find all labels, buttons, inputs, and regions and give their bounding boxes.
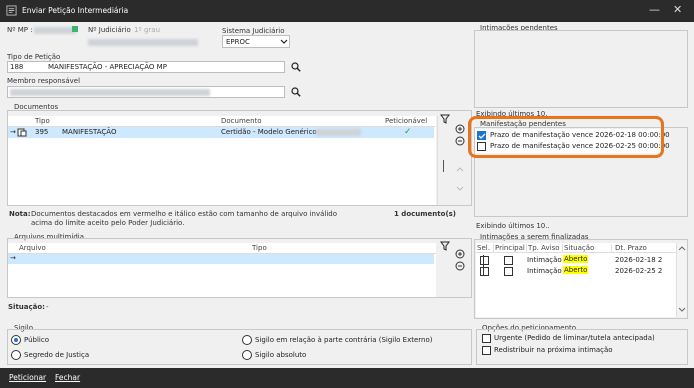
move-up-icon[interactable] [456, 166, 464, 172]
dt-prazo-value: 2026-02-25 2 [615, 267, 663, 275]
document-icon [17, 128, 27, 137]
table-row[interactable]: → 395 MANIFESTAÇÃO Certidão - Modelo Gen… [8, 127, 434, 138]
search-icon[interactable] [291, 62, 301, 72]
doc-documento: Certidão - Modelo Genérico [221, 128, 317, 136]
redistribuir-checkbox[interactable] [482, 346, 491, 355]
table-row[interactable]: Intimação Aberto 2026-02-25 2 [476, 266, 676, 276]
col-tipo: Tipo [35, 117, 50, 125]
col-arquivo: Arquivo [19, 244, 46, 252]
col-situacao: Situação [564, 244, 612, 252]
tp-aviso-value: Intimação [527, 267, 562, 275]
table-row[interactable]: Intimação Aberto 2026-02-18 2 [476, 255, 676, 265]
situacao-value: Aberto [563, 266, 589, 274]
tipo-label: Tipo de Petição [7, 53, 61, 61]
nota-label: Nota: [9, 210, 31, 218]
principal-checkbox[interactable] [504, 256, 513, 265]
add-icon[interactable] [455, 249, 465, 259]
finalizadas-scrollbar[interactable] [676, 243, 686, 317]
nota-text-1: Documentos destacados em vermelho e itál… [31, 210, 338, 218]
sigilo-group [7, 329, 472, 365]
col-peticionavel: Peticionável [385, 117, 428, 125]
remove-icon[interactable] [455, 136, 465, 146]
remove-icon[interactable] [455, 261, 465, 271]
arquivos-row[interactable]: → [8, 254, 434, 264]
membro-field[interactable] [7, 86, 285, 98]
urgente-label: Urgente (Pedido de liminar/tutela anteci… [494, 334, 655, 342]
row-cursor [483, 255, 484, 276]
chevron-down-icon [280, 39, 288, 44]
doc-code: 395 [35, 128, 49, 136]
membro-value [10, 89, 210, 96]
window-title: Enviar Petição Intermediária [22, 6, 129, 15]
finalizadas-header: Sel. Principal Tp. Aviso Situação Dt. Pr… [476, 243, 676, 253]
tipo-code: 188 [10, 63, 24, 71]
publico-label: Público [24, 336, 49, 344]
nmp-label: Nº MP : [7, 26, 33, 34]
peticionavel-check-icon: ✓ [404, 127, 412, 137]
situacao-label: Situação: [8, 303, 45, 311]
search-icon[interactable] [291, 87, 301, 97]
col-principal: Principal [495, 244, 527, 252]
sistema-label: Sistema Judiciário [222, 27, 285, 35]
sel-checkbox[interactable] [480, 256, 489, 265]
redistribuir-label: Redistribuir na próxima intimação [494, 346, 613, 354]
urgente-checkbox[interactable] [482, 334, 491, 343]
nota-text-2: acima do limite aceito pelo Poder Judici… [31, 219, 185, 227]
intimacoes-pendentes-box [474, 30, 688, 108]
radio-icon[interactable] [242, 335, 252, 345]
documentos-header: Tipo Documento Peticionável [8, 116, 436, 127]
nmp-value [34, 27, 76, 34]
close-button[interactable]: ✕ [673, 3, 682, 16]
footer-bar: Peticionar Fechar [0, 368, 694, 388]
sistema-value: EPROC [226, 38, 250, 46]
tipo-field[interactable]: 188 MANIFESTAÇÃO - APRECIAÇÃO MP [7, 61, 285, 73]
title-bar: Enviar Petição Intermediária — ✕ [0, 0, 694, 22]
parte-label: Sigilo em relação à parte contrária (Sig… [255, 336, 433, 344]
dt-prazo-value: 2026-02-18 2 [615, 256, 663, 264]
principal-checkbox[interactable] [504, 267, 513, 276]
filter-icon[interactable] [440, 114, 450, 124]
doc-tipo: MANIFESTAÇÃO [62, 128, 117, 136]
radio-icon[interactable] [242, 350, 252, 360]
situacao-value: Aberto [563, 255, 589, 263]
manifestacao-exibindo: Exibindo últimos 10.. [476, 222, 550, 230]
add-icon[interactable] [455, 124, 465, 134]
grau-label: 1º grau [134, 26, 161, 34]
col-dt-prazo: Dt. Prazo [615, 244, 647, 252]
absoluto-label: Sigilo absoluto [255, 351, 307, 359]
row-pointer-icon: → [10, 128, 16, 136]
documentos-scrollbar[interactable] [437, 116, 438, 205]
col-arquivo-tipo: Tipo [252, 244, 267, 252]
col-tp-aviso: Tp. Aviso [528, 244, 563, 252]
tp-aviso-value: Intimação [527, 256, 562, 264]
documentos-count: 1 documento(s) [394, 210, 457, 218]
situacao-value: - [46, 303, 49, 311]
highlight-annotation [468, 116, 664, 158]
scroll-down-icon[interactable] [678, 307, 686, 313]
membro-label: Membro responsável [7, 77, 81, 85]
peticionar-button[interactable]: Peticionar [9, 373, 46, 382]
segredo-label: Segredo de Justiça [24, 351, 90, 359]
njud-value [88, 39, 198, 46]
doc-blurred [316, 129, 361, 136]
col-sel: Sel. [477, 244, 494, 252]
sel-checkbox[interactable] [480, 267, 489, 276]
njud-label: Nº Judiciário [88, 26, 131, 34]
minimize-button[interactable]: — [649, 3, 660, 16]
scroll-thumb[interactable] [443, 160, 444, 172]
fechar-button[interactable]: Fechar [55, 373, 80, 382]
app-icon [6, 5, 17, 16]
radio-selected-icon[interactable] [11, 335, 21, 345]
col-documento: Documento [221, 117, 262, 125]
move-down-icon[interactable] [456, 186, 464, 192]
filter-icon[interactable] [440, 241, 450, 251]
status-icon [72, 26, 78, 32]
row-pointer-icon: → [10, 254, 16, 262]
radio-icon[interactable] [11, 350, 21, 360]
sistema-select[interactable]: EPROC [222, 35, 290, 48]
scroll-up-icon[interactable] [678, 245, 686, 251]
tipo-value: MANIFESTAÇÃO - APRECIAÇÃO MP [48, 63, 167, 71]
arquivos-header: Arquivo Tipo [8, 243, 436, 254]
